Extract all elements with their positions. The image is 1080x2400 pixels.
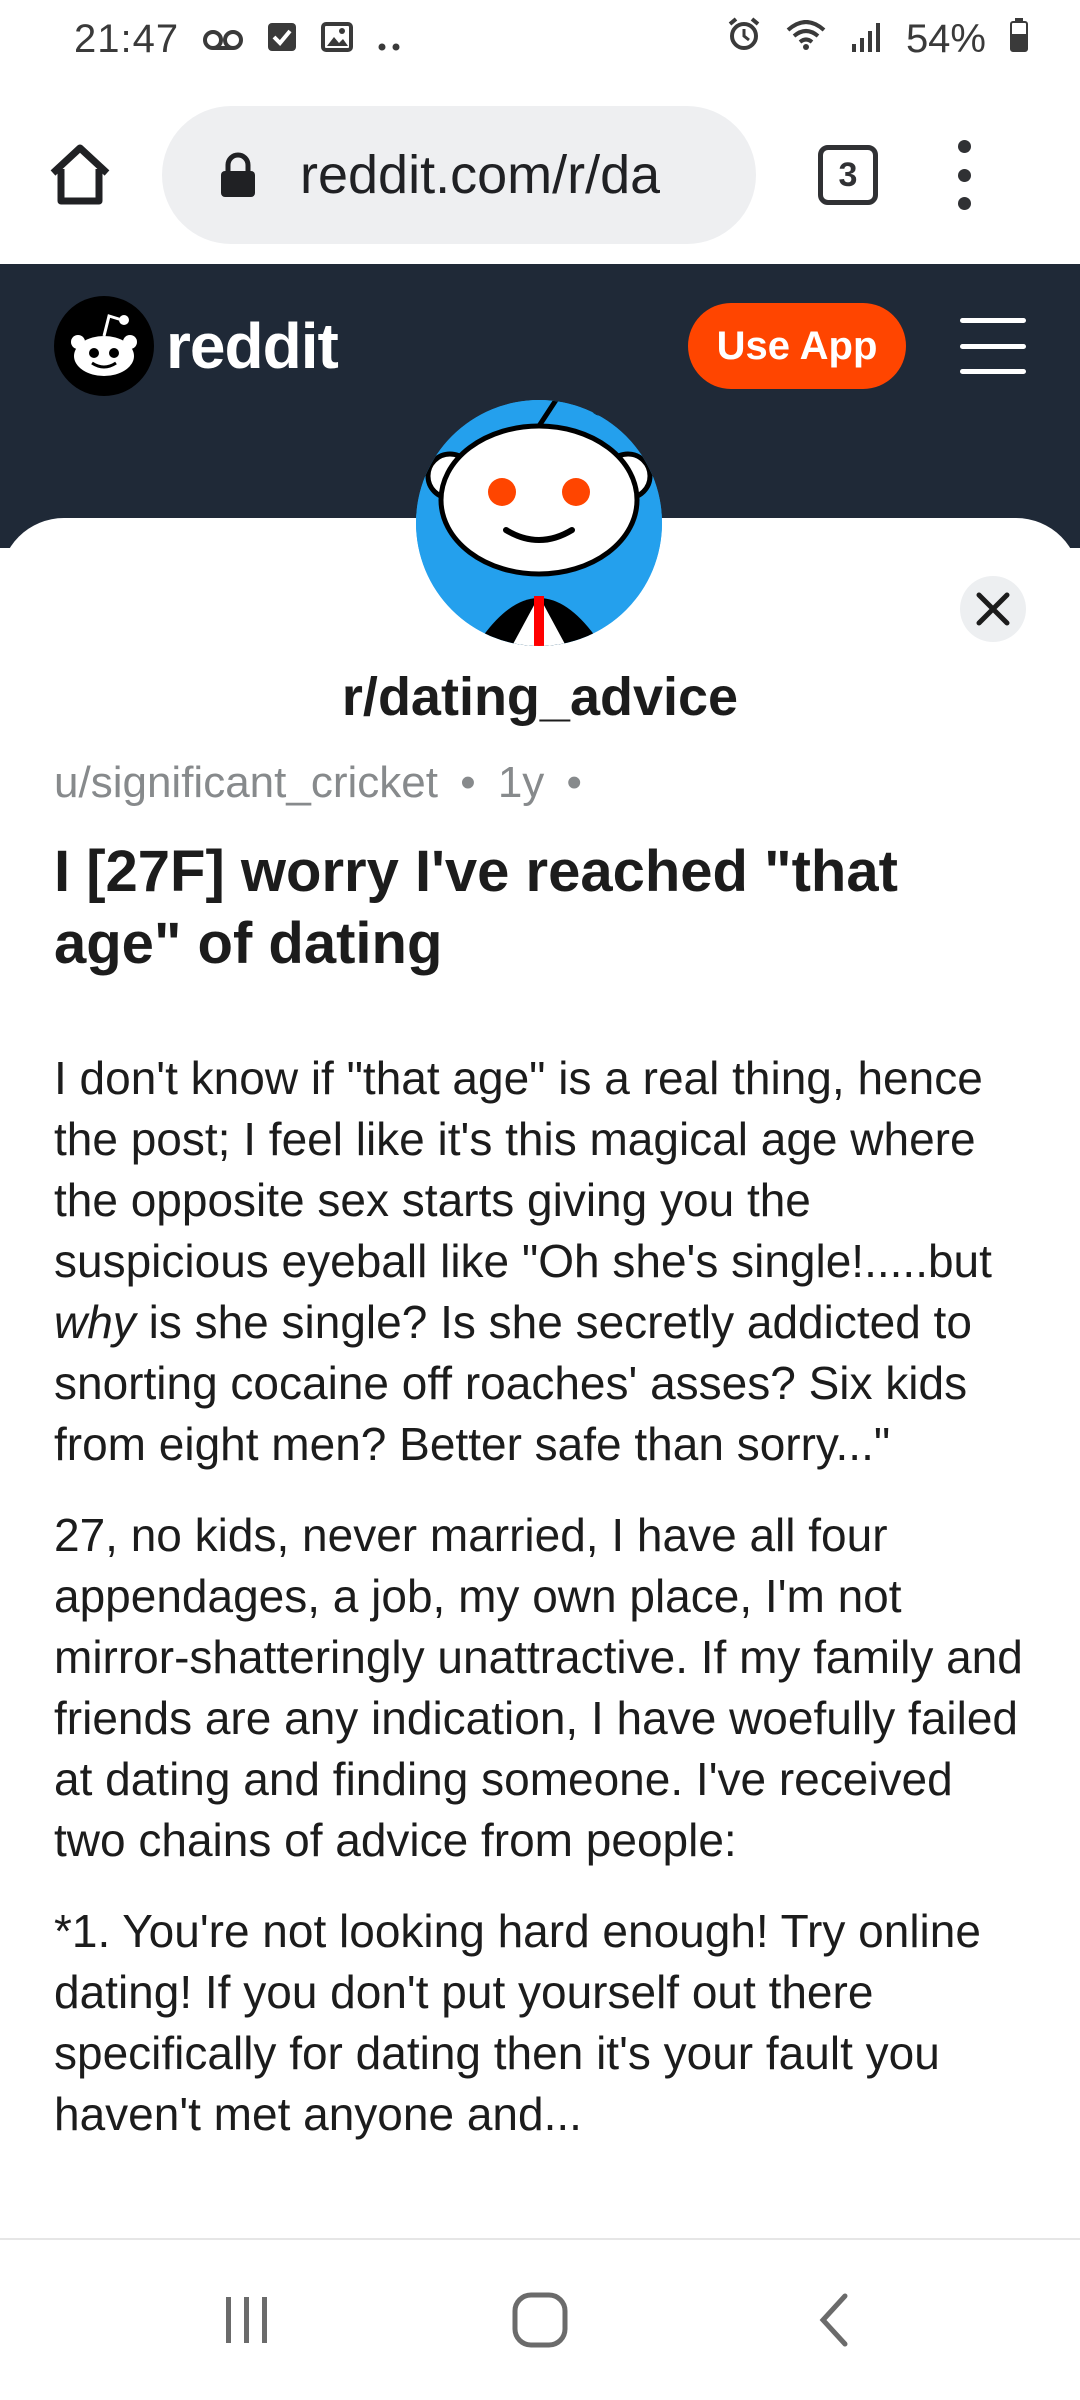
- url-text: reddit.com/r/da: [300, 145, 661, 205]
- post-paragraph: *1. You're not looking hard enough! Try …: [54, 1905, 981, 2140]
- menu-dot: [957, 168, 971, 182]
- meta-separator: •: [460, 758, 476, 807]
- screen: 21:47 54% reddit.com/r/da 3 reddit Use A…: [0, 0, 1080, 2400]
- close-button[interactable]: [960, 576, 1026, 642]
- post-sheet: r/dating_advice u/significant_cricket • …: [0, 518, 1080, 2238]
- hamburger-menu-button[interactable]: [960, 318, 1026, 374]
- post-title: I [27F] worry I've reached "that age" of…: [54, 839, 898, 976]
- voicemail-icon: [203, 17, 244, 62]
- wifi-icon: [786, 17, 826, 62]
- post-meta: u/significant_cricket • 1y •: [54, 758, 592, 808]
- status-bar: 21:47 54%: [0, 0, 1080, 78]
- menu-dot: [957, 197, 971, 210]
- more-notifications-icon: [377, 17, 401, 62]
- post-age: 1y: [497, 758, 545, 807]
- home-circle-icon: [512, 2292, 568, 2348]
- system-nav-bar: [0, 2238, 1080, 2400]
- post-paragraph: I don't know if "that age" is a real thi…: [54, 1048, 1034, 1475]
- lock-icon: [221, 152, 255, 197]
- use-app-button[interactable]: Use App: [688, 303, 906, 389]
- reddit-logo-icon[interactable]: [54, 296, 154, 396]
- post-text: is she single? Is she secretly addicted …: [54, 1296, 972, 1470]
- address-bar[interactable]: reddit.com/r/da: [162, 106, 756, 244]
- post-body: I don't know if "that age" is a real thi…: [54, 1048, 1034, 2175]
- snoo-avatar-icon: [416, 400, 662, 646]
- back-button[interactable]: [783, 2270, 883, 2370]
- hamburger-line: [960, 343, 1026, 349]
- home-nav-button[interactable]: [490, 2270, 590, 2370]
- home-button[interactable]: [40, 135, 120, 215]
- hamburger-icon: [960, 318, 1026, 323]
- status-left: 21:47: [74, 17, 401, 62]
- image-icon: [321, 17, 354, 62]
- checkbox-icon: [267, 17, 297, 62]
- subreddit-avatar[interactable]: [416, 400, 662, 646]
- close-icon: [976, 592, 1010, 626]
- signal-icon: [850, 17, 882, 62]
- status-time: 21:47: [74, 16, 180, 61]
- post-text: I don't know if "that age" is a real thi…: [54, 1052, 992, 1287]
- post-text-emphasis: why: [54, 1296, 136, 1348]
- reddit-wordmark: reddit: [166, 310, 339, 382]
- battery-percent: 54%: [905, 16, 986, 61]
- browser-menu-button[interactable]: [944, 140, 984, 210]
- meta-separator: •: [566, 758, 582, 807]
- battery-icon: [1010, 17, 1028, 62]
- post-paragraph: 27, no kids, never married, I have all f…: [54, 1509, 1023, 1866]
- alarm-icon: [726, 16, 762, 62]
- recent-apps-button[interactable]: [197, 2270, 297, 2370]
- recent-apps-icon: [225, 2297, 267, 2343]
- home-icon: [50, 144, 110, 205]
- tab-switcher-button[interactable]: 3: [818, 145, 878, 205]
- back-icon: [819, 2293, 848, 2347]
- browser-toolbar: reddit.com/r/da 3: [0, 86, 1080, 264]
- status-right: 54%: [726, 16, 1028, 62]
- more-vert-icon: [957, 140, 971, 153]
- hamburger-line: [960, 369, 1026, 374]
- subreddit-name[interactable]: r/dating_advice: [0, 666, 1080, 728]
- post-author[interactable]: u/significant_cricket: [54, 758, 438, 807]
